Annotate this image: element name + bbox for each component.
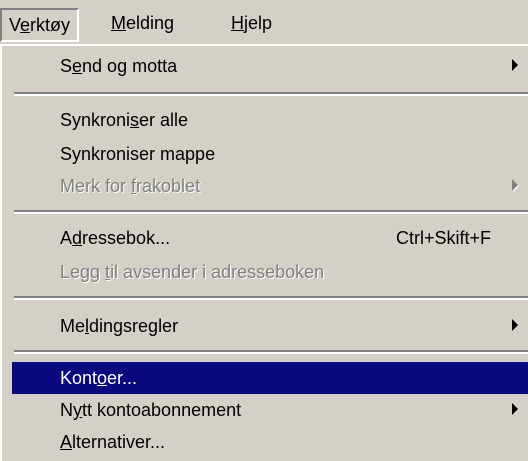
menu-melding[interactable]: Melding bbox=[104, 10, 181, 36]
menu-item-label: Legg til avsender i adresseboken bbox=[60, 262, 325, 282]
menu-item-label: Synkroniser mappe bbox=[60, 144, 216, 164]
menu-item-label: Send og motta bbox=[60, 56, 178, 76]
menu-title-part: V bbox=[9, 15, 21, 35]
submenu-arrow-icon bbox=[512, 403, 518, 415]
menu-item-message-rules[interactable]: Meldingsregler bbox=[12, 310, 528, 342]
menu-separator bbox=[14, 296, 528, 300]
submenu-arrow-icon bbox=[512, 319, 518, 331]
menu-title-accel: M bbox=[111, 13, 126, 33]
menu-item-label: Nytt kontoabonnement bbox=[60, 400, 242, 420]
menu-item-label: Kontoer... bbox=[60, 368, 138, 388]
menu-item-mark-offline: Merk for frakoblet bbox=[12, 170, 528, 202]
submenu-arrow-icon bbox=[512, 59, 518, 71]
menu-item-label: Adressebok... bbox=[60, 228, 171, 248]
menu-hjelp[interactable]: Hjelp bbox=[224, 10, 279, 36]
menu-title-part: elding bbox=[126, 13, 175, 33]
menu-item-label: Synkroniser alle bbox=[60, 110, 189, 130]
menu-item-send-receive[interactable]: Send og motta bbox=[12, 50, 528, 82]
menu-separator bbox=[14, 350, 528, 354]
menu-title-part: rktøy bbox=[30, 15, 71, 35]
menu-item-sync-all[interactable]: Synkroniser alle bbox=[12, 104, 528, 136]
menu-item-label: Merk for frakoblet bbox=[60, 176, 201, 196]
menu-item-add-sender: Legg til avsender i adresseboken bbox=[12, 256, 528, 288]
menu-title-accel: e bbox=[20, 15, 31, 35]
menu-item-new-subscription[interactable]: Nytt kontoabonnement bbox=[12, 394, 528, 426]
menu-title-accel: H bbox=[231, 13, 244, 33]
menu-verktoy[interactable]: Verktøy bbox=[0, 8, 80, 42]
menu-item-address-book[interactable]: Adressebok... Ctrl+Skift+F bbox=[12, 222, 528, 254]
menu-item-options[interactable]: Alternativer... bbox=[12, 426, 528, 458]
menu-item-accounts[interactable]: Kontoer... bbox=[12, 362, 528, 394]
menu-separator bbox=[14, 210, 528, 214]
menu-item-label: Alternativer... bbox=[60, 432, 166, 452]
menu-title-part: jelp bbox=[244, 13, 273, 33]
menu-item-label: Meldingsregler bbox=[60, 316, 179, 336]
menu-separator bbox=[14, 92, 528, 96]
menu-bar: Verktøy Melding Hjelp bbox=[0, 0, 528, 44]
verktoy-dropdown: Send og motta Synkroniser alle Synkronis… bbox=[0, 44, 528, 461]
menu-item-shortcut: Ctrl+Skift+F bbox=[396, 228, 492, 248]
submenu-arrow-icon bbox=[512, 179, 518, 191]
menu-item-sync-folder[interactable]: Synkroniser mappe bbox=[12, 138, 528, 170]
